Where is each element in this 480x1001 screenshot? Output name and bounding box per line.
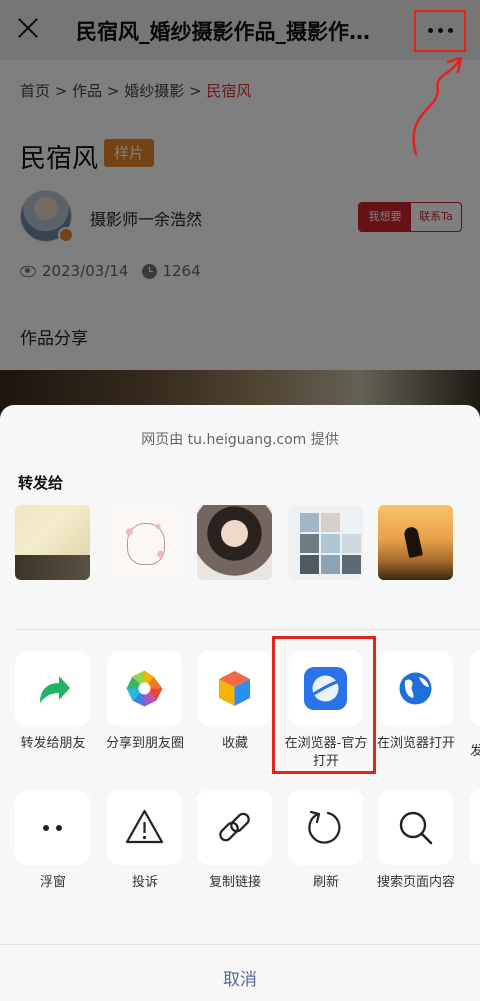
moments-icon bbox=[126, 670, 163, 707]
browser-option-highlight bbox=[272, 636, 376, 774]
report-label: 投诉 bbox=[131, 875, 158, 890]
more-button-highlight bbox=[414, 10, 466, 52]
cancel-bar: 取消 bbox=[0, 944, 480, 1001]
warning-icon bbox=[125, 809, 164, 844]
refresh-label: 刷新 bbox=[312, 875, 339, 890]
share-to-moments-label: 分享到朋友圈 bbox=[105, 736, 184, 751]
contact-avatar-5[interactable] bbox=[378, 505, 453, 580]
forward-to-label: 转发给 bbox=[18, 474, 64, 492]
open-in-browser-label: 在浏览器打开 bbox=[376, 736, 455, 751]
float-window-button[interactable] bbox=[15, 790, 90, 865]
more-action-tile[interactable] bbox=[470, 651, 480, 726]
sheet-divider bbox=[15, 629, 480, 630]
report-button[interactable] bbox=[107, 790, 182, 865]
forward-arrow-icon bbox=[40, 676, 70, 703]
cancel-button[interactable]: 取消 bbox=[223, 965, 257, 990]
favorite-cube-icon bbox=[219, 671, 250, 706]
annotation-arrow-icon bbox=[412, 56, 463, 156]
favorite-button[interactable] bbox=[197, 651, 272, 726]
favorite-label: 收藏 bbox=[221, 736, 248, 751]
share-to-moments-button[interactable] bbox=[107, 651, 182, 726]
open-in-browser-button[interactable] bbox=[378, 651, 453, 726]
copy-link-button[interactable] bbox=[197, 790, 272, 865]
partial-action-label: 发 bbox=[470, 744, 480, 759]
float-window-label: 浮窗 bbox=[39, 875, 66, 890]
browser-globe-icon bbox=[399, 672, 432, 705]
contact-avatar-2[interactable] bbox=[107, 505, 182, 580]
contact-avatar-1[interactable] bbox=[15, 505, 90, 580]
refresh-icon bbox=[308, 810, 341, 844]
more-action-tile-2[interactable] bbox=[470, 790, 480, 865]
link-icon bbox=[219, 812, 250, 842]
search-icon bbox=[399, 811, 433, 845]
provider-text: 网页由 tu.heiguang.com 提供 bbox=[141, 432, 339, 448]
recent-contacts bbox=[15, 505, 480, 581]
forward-to-friend-button[interactable] bbox=[15, 651, 90, 726]
search-page-button[interactable] bbox=[378, 790, 453, 865]
search-page-label: 搜索页面内容 bbox=[376, 875, 455, 890]
copy-link-label: 复制链接 bbox=[208, 875, 261, 890]
contact-avatar-4[interactable] bbox=[288, 505, 363, 580]
contact-avatar-3[interactable] bbox=[197, 505, 272, 580]
refresh-button[interactable] bbox=[288, 790, 363, 865]
float-window-icon bbox=[43, 825, 62, 831]
forward-to-friend-label: 转发给朋友 bbox=[20, 736, 86, 751]
